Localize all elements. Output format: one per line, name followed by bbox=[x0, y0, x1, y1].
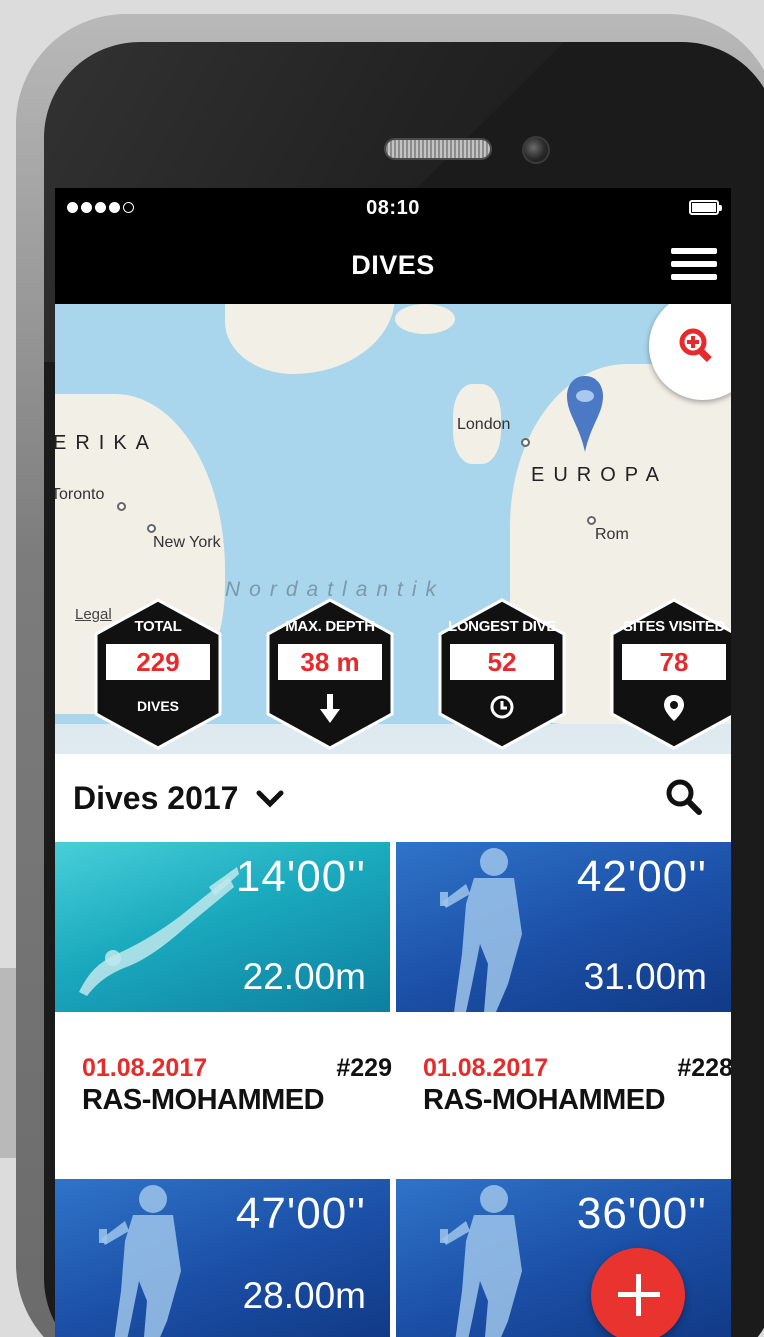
dive-card-image[interactable]: 14'00'' 22.00m bbox=[55, 842, 390, 1012]
chevron-down-icon bbox=[256, 790, 284, 808]
stat-label: LONGEST DIVE bbox=[447, 618, 557, 635]
stat-value: 38 m bbox=[278, 644, 382, 680]
map-label-city: Toronto bbox=[55, 486, 105, 503]
stat-value: 229 bbox=[106, 644, 210, 680]
map-label-city: New York bbox=[153, 534, 221, 551]
stat-label: MAX. DEPTH bbox=[285, 618, 375, 635]
add-dive-button[interactable] bbox=[591, 1248, 685, 1337]
stat-label: TOTAL bbox=[134, 618, 182, 635]
year-filter-dropdown[interactable]: Dives 2017 bbox=[73, 780, 284, 817]
dive-card-image[interactable]: 47'00'' 28.00m bbox=[55, 1179, 390, 1337]
zoom-in-icon bbox=[679, 328, 712, 363]
dive-depth: 22.00m bbox=[242, 956, 366, 997]
stat-total-dives: TOTAL 229 DIVES bbox=[92, 598, 224, 750]
nav-bar: DIVES bbox=[55, 228, 731, 304]
page-title: DIVES bbox=[351, 250, 435, 280]
dive-duration: 14'00'' bbox=[235, 852, 366, 901]
map-label-continent-left: ERIKA bbox=[55, 432, 159, 454]
stat-value: 52 bbox=[450, 644, 554, 680]
dive-number: #228 bbox=[677, 1054, 731, 1082]
dive-number: #229 bbox=[336, 1054, 392, 1082]
dive-duration: 47'00'' bbox=[235, 1189, 366, 1238]
diver-icon bbox=[440, 1185, 522, 1337]
arrow-down-icon bbox=[320, 694, 340, 723]
location-pin-icon bbox=[664, 695, 684, 721]
stat-max-depth: MAX. DEPTH 38 m bbox=[264, 598, 396, 750]
diver-icon bbox=[440, 848, 522, 1012]
dive-duration: 42'00'' bbox=[576, 852, 707, 901]
status-time: 08:10 bbox=[366, 197, 420, 219]
clock-icon bbox=[490, 695, 514, 719]
dive-site: RAS-MOHAMMED bbox=[82, 1084, 325, 1116]
filter-label: Dives 2017 bbox=[73, 780, 239, 816]
dive-date: 01.08.2017 bbox=[82, 1054, 208, 1082]
dive-site: RAS-MOHAMMED bbox=[423, 1084, 666, 1116]
stat-sites-visited: SITES VISITED 78 bbox=[608, 598, 731, 750]
phone-speaker bbox=[384, 138, 492, 160]
stat-sub-label: DIVES bbox=[136, 698, 179, 714]
search-icon[interactable] bbox=[665, 778, 703, 816]
app-screen: 08:10 DIVES ERIKA EUROPA Nordatlantik Lo… bbox=[55, 188, 731, 1337]
dive-depth: 31.00m bbox=[583, 956, 707, 997]
dive-depth: 28.00m bbox=[242, 1275, 366, 1316]
dive-location-pin-icon[interactable] bbox=[565, 374, 605, 454]
list-header: Dives 2017 bbox=[55, 754, 731, 842]
map-label-city: Rom bbox=[595, 526, 629, 543]
status-bar: 08:10 bbox=[55, 188, 731, 228]
stat-label: SITES VISITED bbox=[623, 618, 725, 635]
dive-duration: 36'00'' bbox=[576, 1189, 707, 1238]
hamburger-menu-icon[interactable] bbox=[671, 248, 717, 284]
dive-date: 01.08.2017 bbox=[423, 1054, 549, 1082]
dive-card-image[interactable]: 42'00'' 31.00m bbox=[396, 842, 731, 1012]
map-label-continent-right: EUROPA bbox=[531, 464, 668, 486]
battery-icon bbox=[689, 200, 722, 215]
stat-value: 78 bbox=[622, 644, 726, 680]
diver-icon bbox=[99, 1185, 181, 1337]
phone-camera bbox=[522, 136, 550, 164]
diver-icon bbox=[79, 867, 239, 996]
stat-longest-dive: LONGEST DIVE 52 bbox=[436, 598, 568, 750]
map-label-city: London bbox=[457, 416, 511, 433]
